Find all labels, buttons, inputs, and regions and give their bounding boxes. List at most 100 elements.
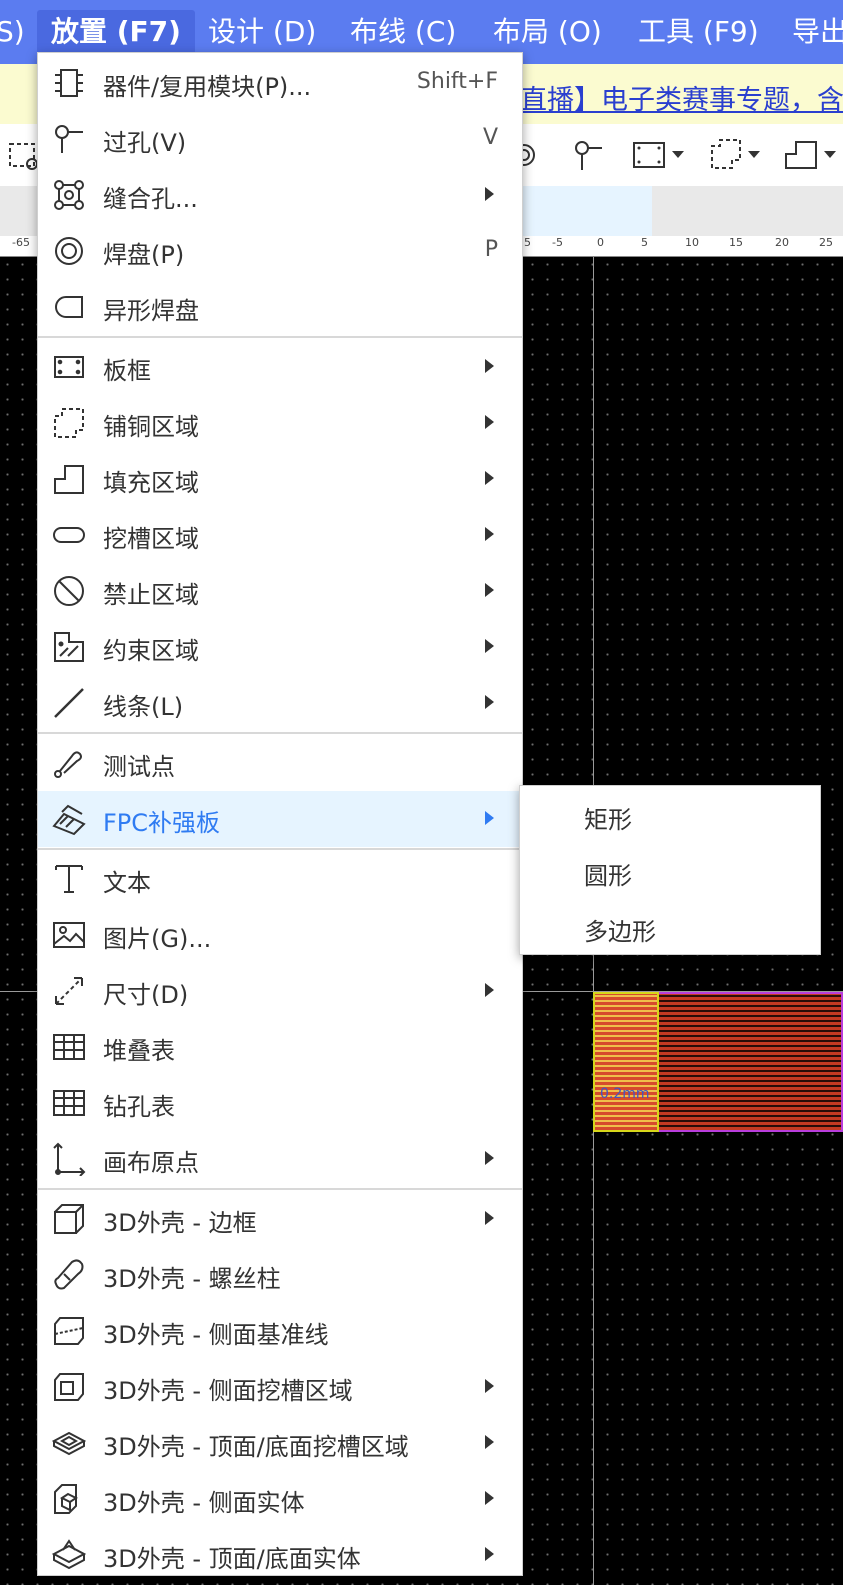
submenu-arrow-icon <box>485 359 494 373</box>
submenu-item-label: 矩形 <box>584 806 632 834</box>
fpc-stiffener-shape[interactable] <box>593 992 659 1132</box>
ruler-label: -5 <box>552 236 563 249</box>
menu-item-top-bottom-solid[interactable]: 3D外壳 - 顶面/底面实体 <box>38 1527 522 1583</box>
side-reference-line-icon <box>54 1317 84 1345</box>
menu-layout[interactable]: 布局 (O) <box>493 10 602 54</box>
shortcut-label: Shift+F <box>416 69 498 94</box>
ruler-label: 20 <box>775 236 789 249</box>
menu-item-canvas-origin[interactable]: 画布原点 <box>38 1131 522 1187</box>
menu-separator <box>38 732 522 734</box>
submenu-arrow-icon <box>485 695 494 709</box>
menu-item-image[interactable]: 图片(G)... <box>38 907 522 963</box>
menu-item-via[interactable]: 过孔(V) V <box>38 111 522 167</box>
menu-item-text[interactable]: 文本 <box>38 851 522 907</box>
menu-item-constraint-area[interactable]: 约束区域 <box>38 619 522 675</box>
menu-item-component[interactable]: 器件/复用模块(P)... Shift+F <box>38 55 522 111</box>
menu-item-side-solid[interactable]: 3D外壳 - 侧面实体 <box>38 1471 522 1527</box>
menu-previous[interactable]: S) <box>0 10 25 54</box>
slot-area-icon <box>53 527 85 543</box>
menu-item-stitch-via[interactable]: 缝合孔... <box>38 167 522 223</box>
component-icon <box>55 69 83 97</box>
menu-item-side-reference-line[interactable]: 3D外壳 - 侧面基准线 <box>38 1303 522 1359</box>
menu-item-pad[interactable]: 焊盘(P) P <box>38 223 522 279</box>
menu-item-label: 尺寸(D) <box>103 981 189 1009</box>
image-icon <box>53 922 85 948</box>
submenu-arrow-icon <box>485 527 494 541</box>
menu-item-label: 焊盘(P) <box>103 241 185 269</box>
ruler-label: 5 <box>641 236 648 249</box>
submenu-arrow-icon <box>485 1491 494 1505</box>
menu-separator <box>38 1188 522 1190</box>
menu-item-label: 铺铜区域 <box>103 413 199 441</box>
menu-item-slot-area[interactable]: 挖槽区域 <box>38 507 522 563</box>
line-icon <box>54 688 84 718</box>
menu-item-screw-post[interactable]: 3D外壳 - 螺丝柱 <box>38 1247 522 1303</box>
notice-link[interactable]: 直播】电子类赛事专题，含全 <box>520 78 843 117</box>
menu-item-label: 约束区域 <box>103 637 199 665</box>
enclosure-frame-icon <box>54 1204 84 1234</box>
menu-item-copper-area[interactable]: 铺铜区域 <box>38 395 522 451</box>
shortcut-label: P <box>484 237 498 262</box>
menu-design[interactable]: 设计 (D) <box>208 10 316 54</box>
menu-item-label: 画布原点 <box>103 1149 199 1177</box>
constraint-area-icon <box>54 632 84 662</box>
menu-item-board-outline[interactable]: 板框 <box>38 339 522 395</box>
menu-export[interactable]: 导出 <box>792 10 843 54</box>
menu-item-label: 3D外壳 - 边框 <box>103 1209 257 1237</box>
menu-separator <box>38 336 522 338</box>
menu-item-label: 过孔(V) <box>103 129 187 157</box>
copper-area-dropdown-icon[interactable] <box>706 134 770 176</box>
board-outline-dropdown-icon[interactable] <box>630 134 694 176</box>
submenu-arrow-icon <box>485 1211 494 1225</box>
menu-item-label: 堆叠表 <box>103 1037 175 1065</box>
submenu-item-polygon[interactable]: 多边形 <box>520 900 820 956</box>
drill-table-icon <box>53 1090 85 1116</box>
menu-item-label: 3D外壳 - 顶面/底面实体 <box>103 1545 361 1573</box>
ruler-label: 15 <box>729 236 743 249</box>
menu-item-fpc-stiffener[interactable]: FPC补强板 <box>38 791 522 847</box>
menu-item-test-point[interactable]: 测试点 <box>38 735 522 791</box>
menu-item-side-slot[interactable]: 3D外壳 - 侧面挖槽区域 <box>38 1359 522 1415</box>
menu-item-top-bottom-slot[interactable]: 3D外壳 - 顶面/底面挖槽区域 <box>38 1415 522 1471</box>
fill-area-dropdown-icon[interactable] <box>782 134 843 176</box>
text-icon <box>55 865 83 893</box>
ruler-label: -65 <box>12 236 30 249</box>
via-icon[interactable] <box>568 134 610 176</box>
menu-item-label: 3D外壳 - 侧面实体 <box>103 1489 305 1517</box>
menu-separator <box>38 848 522 850</box>
ruler-label: 25 <box>819 236 833 249</box>
fpc-dimension-label: 0.2mm <box>600 1086 650 1102</box>
test-point-icon <box>54 751 82 778</box>
menu-route[interactable]: 布线 (C) <box>350 10 456 54</box>
via-icon <box>55 125 83 153</box>
menu-item-label: 钻孔表 <box>103 1093 175 1121</box>
submenu-item-rectangle[interactable]: 矩形 <box>520 788 820 844</box>
submenu-item-circle[interactable]: 圆形 <box>520 844 820 900</box>
menu-item-label: 3D外壳 - 螺丝柱 <box>103 1265 281 1293</box>
copper-area-icon <box>54 408 84 438</box>
submenu-arrow-icon <box>485 983 494 997</box>
menu-item-custom-pad[interactable]: 异形焊盘 <box>38 279 522 335</box>
ruler-label: 0 <box>597 236 604 249</box>
fill-area-icon <box>54 465 84 494</box>
active-tab[interactable] <box>520 186 652 236</box>
menu-item-label: 异形焊盘 <box>103 297 199 325</box>
menu-item-label: 3D外壳 - 侧面基准线 <box>103 1321 329 1349</box>
menu-item-fill-area[interactable]: 填充区域 <box>38 451 522 507</box>
menu-item-drill-table[interactable]: 钻孔表 <box>38 1075 522 1131</box>
fpc-stiffener-submenu: 矩形 圆形 多边形 <box>519 785 821 955</box>
fpc-trace-region[interactable] <box>659 992 843 1132</box>
menu-item-label: 3D外壳 - 顶面/底面挖槽区域 <box>103 1433 409 1461</box>
menu-item-dimension[interactable]: 尺寸(D) <box>38 963 522 1019</box>
forbidden-area-icon <box>54 576 84 606</box>
menu-item-forbidden-area[interactable]: 禁止区域 <box>38 563 522 619</box>
menu-item-label: 填充区域 <box>103 469 199 497</box>
side-slot-icon <box>54 1373 84 1401</box>
menu-place[interactable]: 放置 (F7) <box>37 10 195 54</box>
menu-item-stackup-table[interactable]: 堆叠表 <box>38 1019 522 1075</box>
pad-icon <box>55 237 83 265</box>
menu-item-enclosure-frame[interactable]: 3D外壳 - 边框 <box>38 1191 522 1247</box>
menu-item-label: 禁止区域 <box>103 581 199 609</box>
menu-tools[interactable]: 工具 (F9) <box>638 10 759 54</box>
menu-item-line[interactable]: 线条(L) <box>38 675 522 731</box>
